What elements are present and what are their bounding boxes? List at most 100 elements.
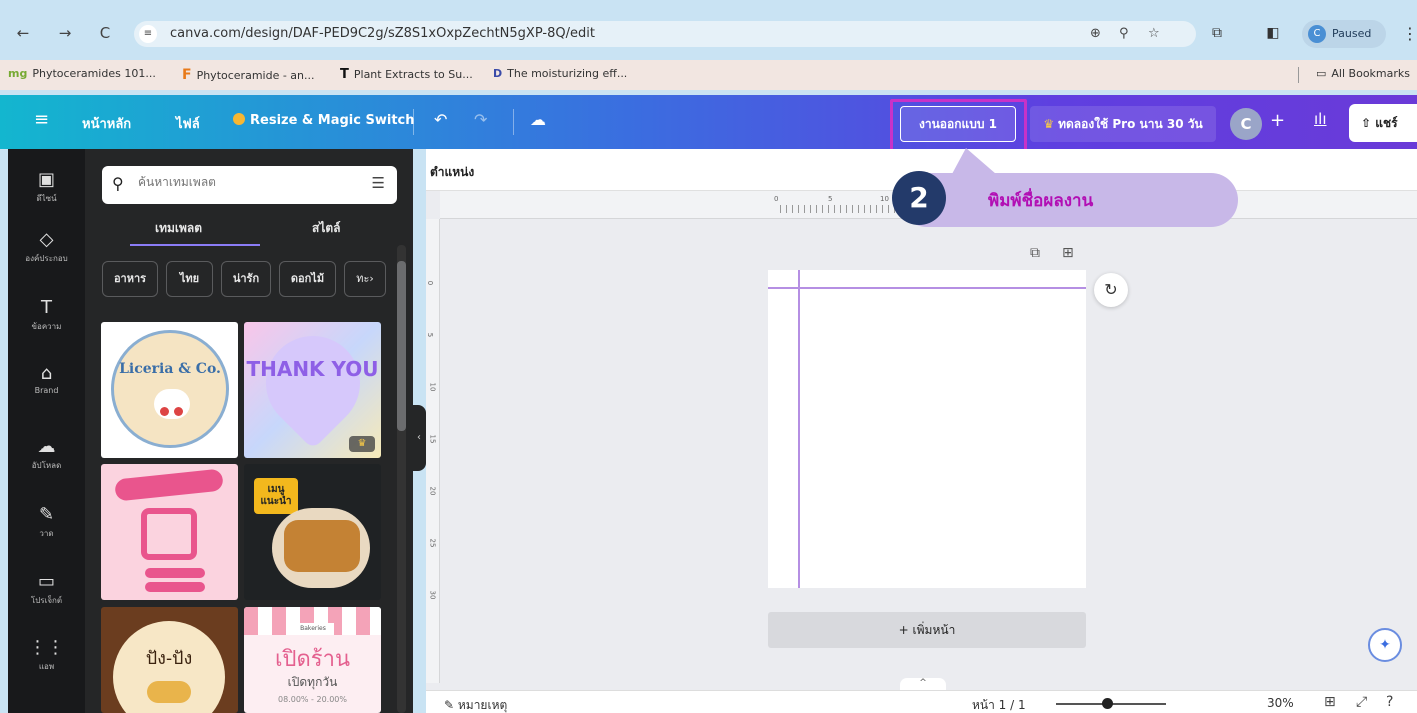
tab-templates[interactable]: เทมเพลต xyxy=(155,219,202,238)
filter-icon[interactable]: ☰ xyxy=(372,174,385,192)
sidebar-item-label: องค์ประกอบ xyxy=(25,254,68,263)
profile-button[interactable]: C Paused xyxy=(1302,20,1386,48)
all-bookmarks-label: All Bookmarks xyxy=(1331,67,1410,80)
sidebar-item-uploads[interactable]: ☁ อัปโหลด xyxy=(8,436,85,472)
ruler-label: 10 xyxy=(428,382,437,392)
bookmark-favicon-icon: T xyxy=(340,67,349,82)
browser-menu-icon[interactable]: ⋮ xyxy=(1402,24,1417,43)
redo-icon[interactable]: ↷ xyxy=(474,110,487,129)
template-thumbnail[interactable]: Bakeries เปิดร้าน เปิดทุกวัน 08.00% - 20… xyxy=(244,607,381,713)
refresh-icon[interactable]: ↻ xyxy=(1094,273,1128,307)
banner-graphic xyxy=(114,468,224,502)
sidebar-item-label: แอพ xyxy=(38,662,55,671)
left-sidebar: ▣ ดีไซน์ ◇ องค์ประกอบ T ข้อความ ⌂ Brand ☁ อัป… xyxy=(8,149,85,713)
filter-chip[interactable]: อาหาร xyxy=(102,261,158,297)
all-bookmarks-button[interactable]: ▭ All Bookmarks xyxy=(1316,67,1410,80)
badge-circle-graphic: ปัง-ปัง xyxy=(113,621,225,713)
help-icon[interactable]: ? xyxy=(1386,694,1393,710)
collapse-panel-button[interactable]: ‹ xyxy=(412,405,426,471)
pro-trial-button[interactable]: ♛ ทดลองใช้ Pro นาน 30 วัน xyxy=(1030,106,1216,142)
template-thumbnail[interactable]: เมนู แนะนำ xyxy=(244,464,381,600)
template-thumbnail[interactable] xyxy=(101,464,238,600)
template-hours: 08.00% - 20.00% xyxy=(278,695,347,704)
insights-icon[interactable]: ılı xyxy=(1314,110,1327,128)
position-button[interactable]: ตำแหน่ง xyxy=(430,163,474,182)
template-thumbnail[interactable]: ปัง-ปัง xyxy=(101,607,238,713)
info-pill-graphic xyxy=(145,582,205,592)
template-title: เมนู แนะนำ xyxy=(260,484,292,507)
resize-magic-button[interactable]: Resize & Magic Switch xyxy=(233,113,415,128)
zoom-slider-handle[interactable] xyxy=(1102,698,1113,709)
template-thumbnail[interactable]: Liceria & Co. xyxy=(101,322,238,458)
side-panel-icon[interactable]: ◧ xyxy=(1262,22,1284,44)
template-title: เปิดร้าน xyxy=(275,647,350,672)
elements-icon: ◇ xyxy=(39,229,54,250)
bookmark-item[interactable]: F Phytoceramide - an... xyxy=(182,67,315,83)
add-page-button[interactable]: + เพิ่มหน้า xyxy=(768,612,1086,648)
cloud-save-icon[interactable]: ☁ xyxy=(530,110,546,129)
template-subtitle: เปิดทุกวัน xyxy=(287,675,338,689)
brand-icon: ⌂ xyxy=(40,363,53,384)
add-page-icon[interactable]: ⊞ xyxy=(1062,245,1074,261)
page-counter[interactable]: หน้า 1 / 1 xyxy=(972,696,1026,713)
search-input[interactable] xyxy=(138,175,358,189)
magic-assistant-icon[interactable]: ✦ xyxy=(1368,628,1402,662)
address-bar[interactable]: ≡ canva.com/design/DAF-PED9C2g/sZ8S1xOxp… xyxy=(134,21,1196,47)
zoom-icon[interactable]: ⚲ xyxy=(1119,26,1129,41)
tab-styles[interactable]: สไตล์ xyxy=(312,219,341,238)
share-button[interactable]: ⇧ แชร์ xyxy=(1349,104,1417,142)
sidebar-item-text[interactable]: T ข้อความ xyxy=(8,297,85,333)
sidebar-item-projects[interactable]: ▭ โปรเจ็กต์ xyxy=(8,571,85,607)
bookmark-item[interactable]: T Plant Extracts to Su... xyxy=(340,67,473,82)
filter-chip[interactable]: ดอกไม้ xyxy=(279,261,336,297)
bookmark-item[interactable]: D The moisturizing eff... xyxy=(493,67,627,80)
browser-toolbar: ← → C ≡ canva.com/design/DAF-PED9C2g/sZ8… xyxy=(0,0,1417,60)
template-title: Liceria & Co. xyxy=(119,361,221,377)
sidebar-item-draw[interactable]: ✎ วาด xyxy=(8,504,85,540)
home-button[interactable]: หน้าหลัก xyxy=(82,113,131,134)
bookmark-label: The moisturizing eff... xyxy=(507,67,628,80)
sidebar-item-apps[interactable]: ⋮⋮ แอพ xyxy=(8,637,85,673)
grid-view-icon[interactable]: ⊞ xyxy=(1324,694,1336,710)
fullscreen-icon[interactable]: ⤢ xyxy=(1356,694,1367,710)
avatar[interactable]: C xyxy=(1230,108,1262,140)
header-divider xyxy=(513,109,514,135)
share-label: แชร์ xyxy=(1375,116,1398,130)
bookmark-star-icon[interactable]: ☆ xyxy=(1148,26,1160,41)
horizontal-guide[interactable] xyxy=(768,287,1086,289)
translate-icon[interactable]: ⊕ xyxy=(1090,26,1101,41)
chips-next-button[interactable]: ทะ› xyxy=(344,261,386,297)
undo-icon[interactable]: ↶ xyxy=(434,110,447,129)
hamburger-menu-icon[interactable]: ≡ xyxy=(34,109,49,130)
panel-scroll-thumb[interactable] xyxy=(397,261,406,431)
vertical-ruler[interactable]: 0 5 10 15 20 25 30 xyxy=(426,219,440,683)
site-info-icon[interactable]: ≡ xyxy=(139,25,157,43)
filter-chip[interactable]: ไทย xyxy=(166,261,213,297)
filter-chip: ทะ xyxy=(356,272,370,285)
bookmark-item[interactable]: mg Phytoceramides 101... xyxy=(8,67,156,80)
url-text[interactable]: canva.com/design/DAF-PED9C2g/sZ8S1xOxpZe… xyxy=(170,26,595,41)
file-menu-button[interactable]: ไฟล์ xyxy=(176,113,200,134)
extensions-icon[interactable]: ⧉ xyxy=(1206,22,1228,44)
sidebar-item-label: วาด xyxy=(39,529,54,538)
callout-text: พิมพ์ชื่อผลงาน xyxy=(988,191,1094,211)
sidebar-item-elements[interactable]: ◇ องค์ประกอบ xyxy=(8,229,85,265)
template-search[interactable]: ⚲ ☰ xyxy=(102,166,397,204)
zoom-level[interactable]: 30% xyxy=(1267,696,1294,710)
notes-button[interactable]: ✎ หมายเหตุ xyxy=(444,696,507,713)
forward-icon[interactable]: → xyxy=(54,22,76,44)
back-icon[interactable]: ← xyxy=(12,22,34,44)
template-thumbnail[interactable]: THANK YOU ♛ xyxy=(244,322,381,458)
vertical-guide[interactable] xyxy=(798,270,800,588)
sidebar-item-brand[interactable]: ⌂ Brand xyxy=(8,363,85,395)
template-title: ปัง-ปัง xyxy=(145,648,193,669)
filter-chip[interactable]: น่ารัก xyxy=(221,261,271,297)
design-title-input[interactable]: งานออกแบบ 1 xyxy=(900,106,1016,142)
sidebar-item-design[interactable]: ▣ ดีไซน์ xyxy=(8,169,85,205)
reload-icon[interactable]: C xyxy=(94,22,116,44)
food-graphic xyxy=(284,520,360,572)
design-page[interactable] xyxy=(768,270,1086,588)
duplicate-page-icon[interactable]: ⧉ xyxy=(1030,245,1040,261)
add-member-icon[interactable]: + xyxy=(1270,110,1285,131)
ruler-label: 10 xyxy=(880,195,889,203)
